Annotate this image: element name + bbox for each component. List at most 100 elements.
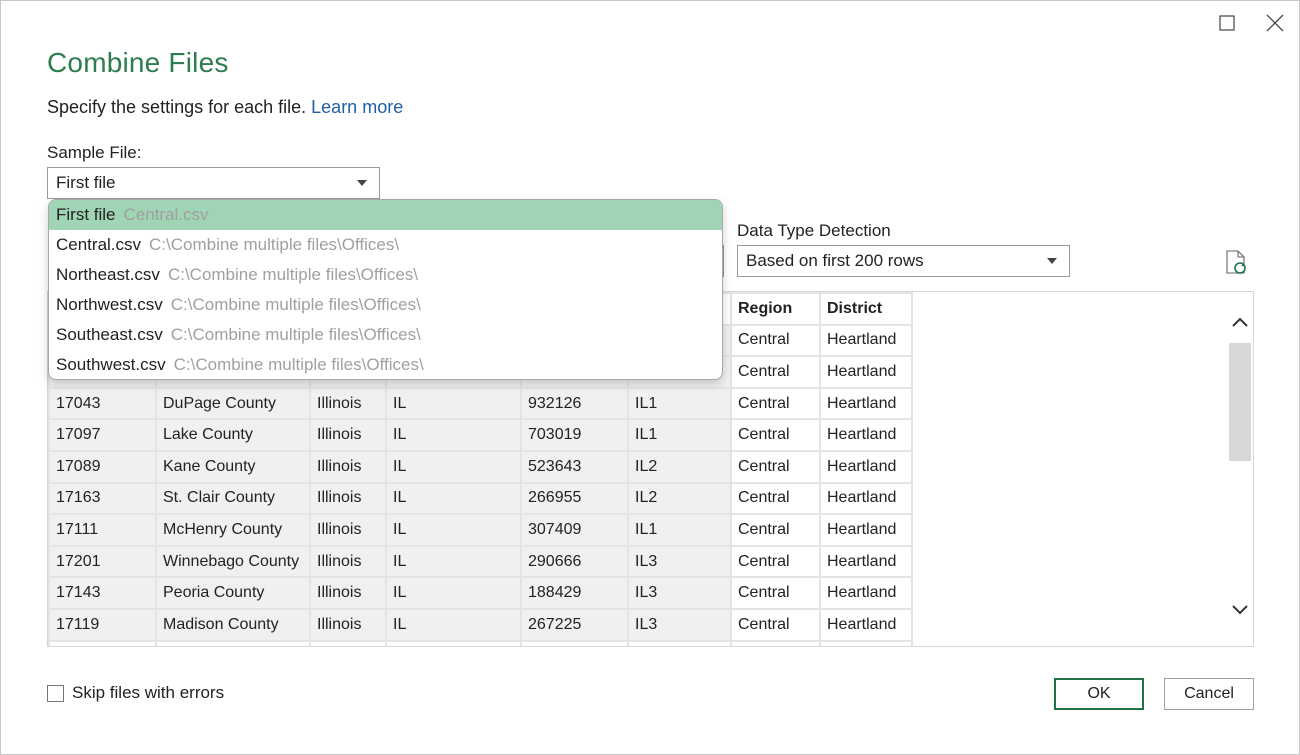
dropdown-item-first-file[interactable]: First file Central.csv bbox=[49, 200, 722, 230]
table-cell bbox=[520, 639, 629, 646]
dialog-title: Combine Files bbox=[47, 47, 229, 78]
table-cell: Heartland bbox=[819, 576, 913, 610]
dropdown-item-name: First file bbox=[56, 205, 116, 224]
table-cell bbox=[309, 639, 387, 646]
table-cell: IL1 bbox=[627, 386, 732, 421]
column-header-region: Region bbox=[730, 292, 821, 326]
sample-file-value: First file bbox=[56, 173, 116, 192]
table-cell: Heartland bbox=[819, 607, 913, 642]
table-cell: Illinois bbox=[309, 607, 387, 642]
table-cell: IL1 bbox=[627, 513, 732, 547]
table-cell: IL bbox=[385, 481, 522, 516]
table-cell: Kane County bbox=[155, 449, 311, 484]
sample-file-label: Sample File: bbox=[47, 143, 142, 162]
table-cell: Central bbox=[730, 544, 821, 579]
table-row: 17043 DuPage County Illinois IL 932126 IL1 Cen… bbox=[48, 386, 913, 421]
scroll-up-button[interactable] bbox=[1227, 311, 1253, 337]
table-row: 17089 Kane County Illinois IL 523643 IL2 Centr… bbox=[48, 449, 913, 484]
table-cell: Heartland bbox=[819, 418, 913, 452]
table-cell: IL1 bbox=[627, 418, 732, 452]
chevron-up-icon bbox=[1231, 315, 1249, 333]
maximize-button[interactable] bbox=[1212, 9, 1242, 37]
table-row: 17111 McHenry County Illinois IL 307409 IL1 Ce… bbox=[48, 513, 913, 547]
dropdown-item-name: Southeast.csv bbox=[56, 325, 163, 344]
learn-more-link[interactable]: Learn more bbox=[311, 97, 403, 117]
table-cell: 17089 bbox=[48, 449, 157, 484]
table-cell: 703019 bbox=[520, 418, 629, 452]
data-type-detection-label: Data Type Detection bbox=[737, 221, 891, 240]
table-cell: Illinois bbox=[309, 481, 387, 516]
table-cell: Central bbox=[730, 323, 821, 358]
dropdown-item-southwest[interactable]: Southwest.csv C:\Combine multiple files\… bbox=[49, 350, 722, 379]
table-cell: 266955 bbox=[520, 481, 629, 516]
dropdown-item-path: C:\Combine multiple files\Offices\ bbox=[149, 235, 400, 254]
table-row: 17163 St. Clair County Illinois IL 266955 IL2… bbox=[48, 481, 913, 516]
table-cell: Heartland bbox=[819, 513, 913, 547]
table-cell: 17097 bbox=[48, 418, 157, 452]
dropdown-item-name: Northwest.csv bbox=[56, 295, 163, 314]
table-cell: Illinois bbox=[309, 576, 387, 610]
subtitle-text: Specify the settings for each file. bbox=[47, 97, 307, 117]
skip-files-with-errors-option[interactable]: Skip files with errors bbox=[47, 683, 224, 703]
dropdown-item-path: Central.csv bbox=[123, 205, 209, 224]
table-cell: 17201 bbox=[48, 544, 157, 579]
dropdown-item-name: Southwest.csv bbox=[56, 355, 166, 374]
table-cell: St. Clair County bbox=[155, 481, 311, 516]
table-row: 17201 Winnebago County Illinois IL 290666 IL3… bbox=[48, 544, 913, 579]
chevron-down-icon bbox=[1047, 258, 1057, 264]
table-cell: IL3 bbox=[627, 544, 732, 579]
dropdown-item-northwest[interactable]: Northwest.csv C:\Combine multiple files\… bbox=[49, 290, 722, 320]
dropdown-item-southeast[interactable]: Southeast.csv C:\Combine multiple files\… bbox=[49, 320, 722, 350]
table-cell: IL bbox=[385, 607, 522, 642]
skip-errors-checkbox[interactable] bbox=[47, 684, 64, 702]
data-type-detection-select[interactable]: Based on first 200 rows bbox=[737, 245, 1070, 277]
close-icon bbox=[1266, 14, 1284, 32]
table-row: 17143 Peoria County Illinois IL 188429 IL3 Cen… bbox=[48, 576, 913, 610]
table-cell: Heartland bbox=[819, 544, 913, 579]
table-cell: IL3 bbox=[627, 576, 732, 610]
table-cell: IL bbox=[385, 544, 522, 579]
table-cell: Central bbox=[730, 355, 821, 389]
table-cell: IL bbox=[385, 449, 522, 484]
table-cell: 17111 bbox=[48, 513, 157, 547]
close-button[interactable] bbox=[1260, 9, 1290, 37]
table-cell bbox=[627, 639, 732, 646]
ok-button[interactable]: OK bbox=[1054, 678, 1144, 710]
table-row: 17097 Lake County Illinois IL 703019 IL1 Centr… bbox=[48, 418, 913, 452]
table-row: 17119 Madison County Illinois IL 267225 IL3 Ce… bbox=[48, 607, 913, 642]
table-cell: Illinois bbox=[309, 544, 387, 579]
dropdown-item-name: Central.csv bbox=[56, 235, 142, 254]
table-cell bbox=[730, 639, 821, 646]
table-cell: 17043 bbox=[48, 386, 157, 421]
table-cell: Illinois bbox=[309, 418, 387, 452]
table-cell: Heartland bbox=[819, 386, 913, 421]
dropdown-item-central[interactable]: Central.csv C:\Combine multiple files\Of… bbox=[49, 230, 722, 260]
skip-errors-label: Skip files with errors bbox=[72, 683, 225, 702]
table-cell: 523643 bbox=[520, 449, 629, 484]
table-cell: 290666 bbox=[520, 544, 629, 579]
column-header-district: District bbox=[819, 292, 913, 326]
vertical-scrollbar[interactable] bbox=[1227, 301, 1253, 646]
cancel-button[interactable]: Cancel bbox=[1164, 678, 1254, 710]
table-cell: IL bbox=[385, 386, 522, 421]
data-type-detection-value: Based on first 200 rows bbox=[746, 251, 924, 270]
table-cell: Illinois bbox=[309, 513, 387, 547]
sample-file-dropdown-list: First file Central.csv Central.csv C:\Co… bbox=[48, 199, 723, 380]
table-cell: Illinois bbox=[309, 449, 387, 484]
table-cell: McHenry County bbox=[155, 513, 311, 547]
table-cell: 267225 bbox=[520, 607, 629, 642]
table-cell: IL bbox=[385, 418, 522, 452]
table-cell: IL2 bbox=[627, 449, 732, 484]
scroll-down-button[interactable] bbox=[1227, 599, 1253, 625]
dropdown-item-northeast[interactable]: Northeast.csv C:\Combine multiple files\… bbox=[49, 260, 722, 290]
refresh-preview-button[interactable] bbox=[1223, 249, 1249, 282]
scroll-thumb[interactable] bbox=[1229, 343, 1251, 461]
table-cell bbox=[155, 639, 311, 646]
chevron-down-icon bbox=[1231, 603, 1249, 621]
table-cell: Central bbox=[730, 481, 821, 516]
dropdown-item-path: C:\Combine multiple files\Offices\ bbox=[170, 325, 421, 344]
table-cell: Heartland bbox=[819, 323, 913, 358]
table-cell: Illinois bbox=[309, 386, 387, 421]
dropdown-item-name: Northeast.csv bbox=[56, 265, 160, 284]
sample-file-select[interactable]: First file bbox=[47, 167, 380, 199]
